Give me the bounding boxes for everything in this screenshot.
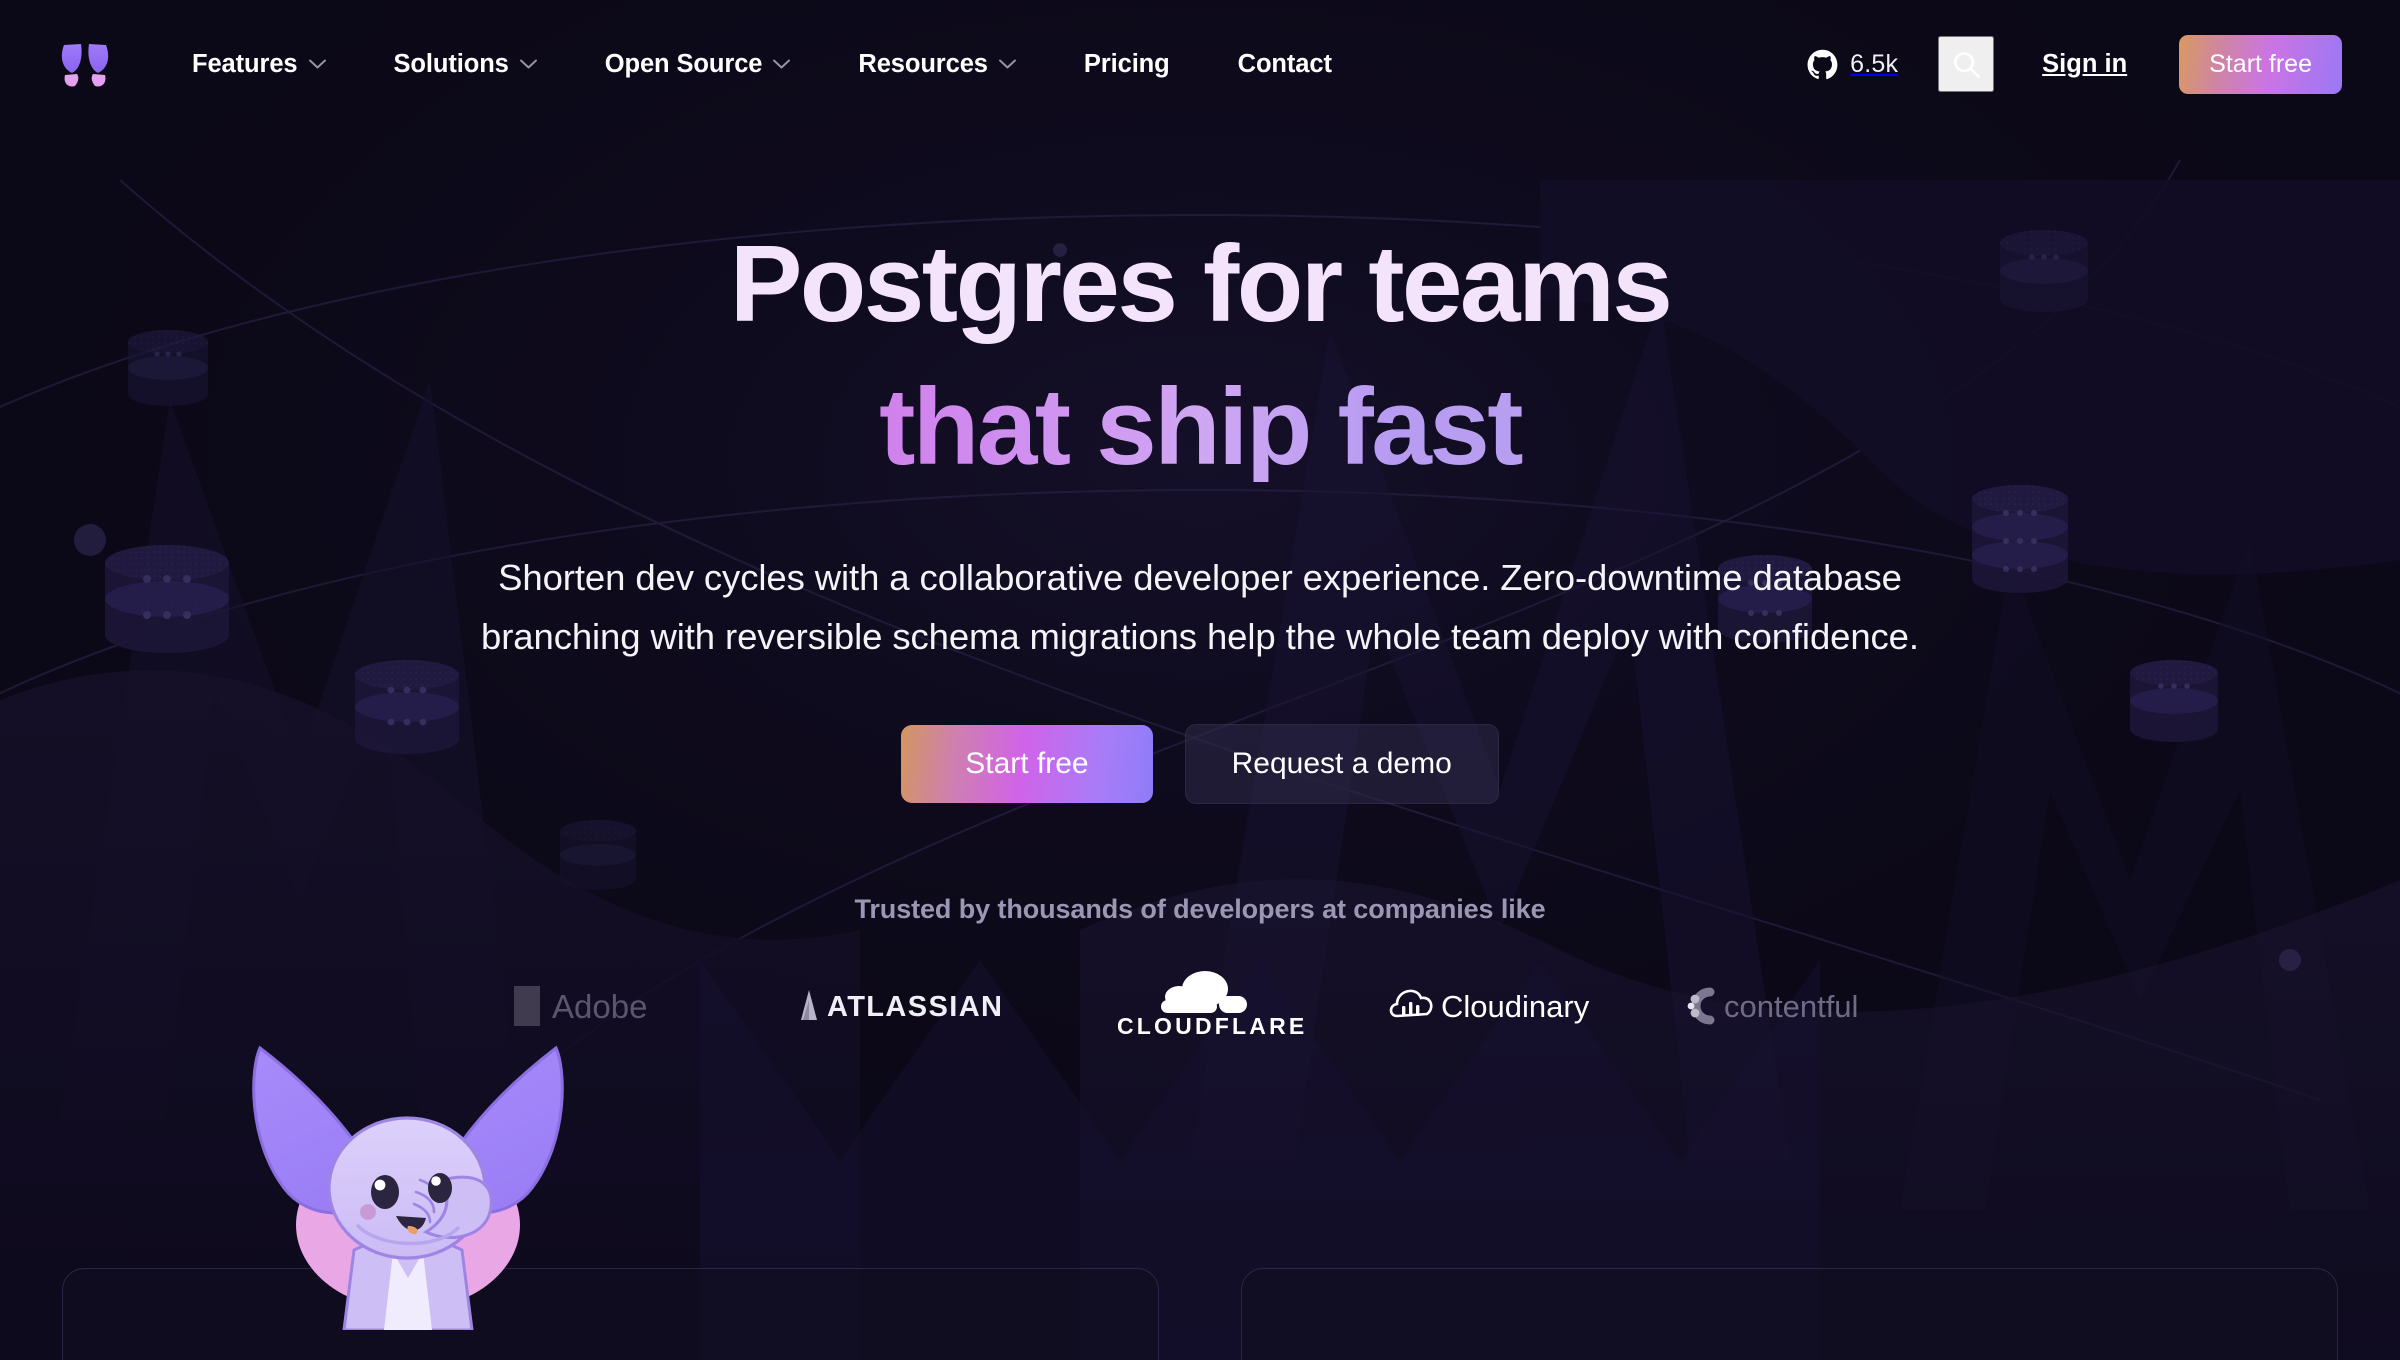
nav-item-label: Pricing [1083, 49, 1170, 78]
chevron-down-icon [308, 59, 326, 69]
nav-item-label: Features [192, 49, 298, 78]
hero-subtitle: Shorten dev cycles with a collaborative … [481, 557, 1919, 658]
github-icon [1807, 49, 1838, 79]
svg-text:CLOUDFLARE: CLOUDFLARE [1117, 1013, 1305, 1039]
customer-logo-cloudinary: Cloudinary [1350, 969, 1650, 1043]
svg-text:ATLASSIAN: ATLASSIAN [827, 991, 1003, 1023]
github-stars-link[interactable]: 6.5k [1793, 41, 1912, 88]
customer-logo-strip: Adobe ATLASSIAN CLOUDFLARE Cloudinary co… [0, 969, 2400, 1043]
nav-item-label: Contact [1237, 49, 1332, 78]
svg-text:Adobe: Adobe [552, 988, 647, 1025]
hero-section: Postgres for teams that ship fast Shorte… [0, 128, 2400, 1043]
nav-item-resources[interactable]: Resources [824, 40, 1050, 89]
nav-item-solutions[interactable]: Solutions [360, 40, 571, 89]
sign-in-link[interactable]: Sign in [2012, 40, 2157, 89]
request-demo-button[interactable]: Request a demo [1184, 724, 1499, 805]
nav-actions: 6.5k Sign in Start free [1793, 34, 2342, 94]
page-root: Features Solutions Open Source Resources… [0, 0, 2400, 1360]
main-navigation: Features Solutions Open Source Resources… [0, 0, 2400, 128]
customer-logo-adobe: Adobe [450, 969, 750, 1043]
nav-item-label: Open Source [604, 49, 763, 78]
social-proof-heading: Trusted by thousands of developers at co… [854, 894, 1546, 925]
nav-item-features[interactable]: Features [158, 40, 360, 89]
hero-cta-row: Start free Request a demo [0, 724, 2400, 805]
brand-logo[interactable] [58, 39, 112, 89]
customer-logo-contentful: contentful [1650, 969, 1950, 1043]
nav-links: Features Solutions Open Source Resources… [158, 40, 1366, 89]
nav-item-label: Solutions [393, 49, 509, 78]
page-title: Postgres for teams that ship fast [0, 230, 2400, 482]
chevron-down-icon [773, 59, 791, 69]
start-free-button-nav[interactable]: Start free [2179, 34, 2342, 94]
feature-card-right[interactable] [1241, 1268, 2338, 1360]
headline-line-2: that ship fast [0, 373, 2400, 482]
feature-card-row [0, 1268, 2400, 1360]
search-icon [1954, 52, 1980, 78]
feature-card-left[interactable] [62, 1268, 1159, 1360]
nav-item-contact[interactable]: Contact [1204, 40, 1366, 89]
headline-line-1: Postgres for teams [729, 223, 1673, 345]
svg-text:Cloudinary: Cloudinary [1441, 989, 1590, 1024]
nav-item-pricing[interactable]: Pricing [1050, 40, 1204, 89]
search-button[interactable] [1938, 36, 1995, 92]
nav-item-open-source[interactable]: Open Source [571, 40, 825, 89]
svg-text:contentful: contentful [1724, 989, 1858, 1024]
chevron-down-icon [519, 59, 537, 69]
customer-logo-cloudflare: CLOUDFLARE [1050, 969, 1350, 1043]
customer-logo-atlassian: ATLASSIAN [750, 969, 1050, 1043]
nav-item-label: Resources [858, 49, 988, 78]
chevron-down-icon [998, 59, 1016, 69]
start-free-button-hero[interactable]: Start free [901, 725, 1153, 804]
github-star-count: 6.5k [1850, 49, 1899, 78]
